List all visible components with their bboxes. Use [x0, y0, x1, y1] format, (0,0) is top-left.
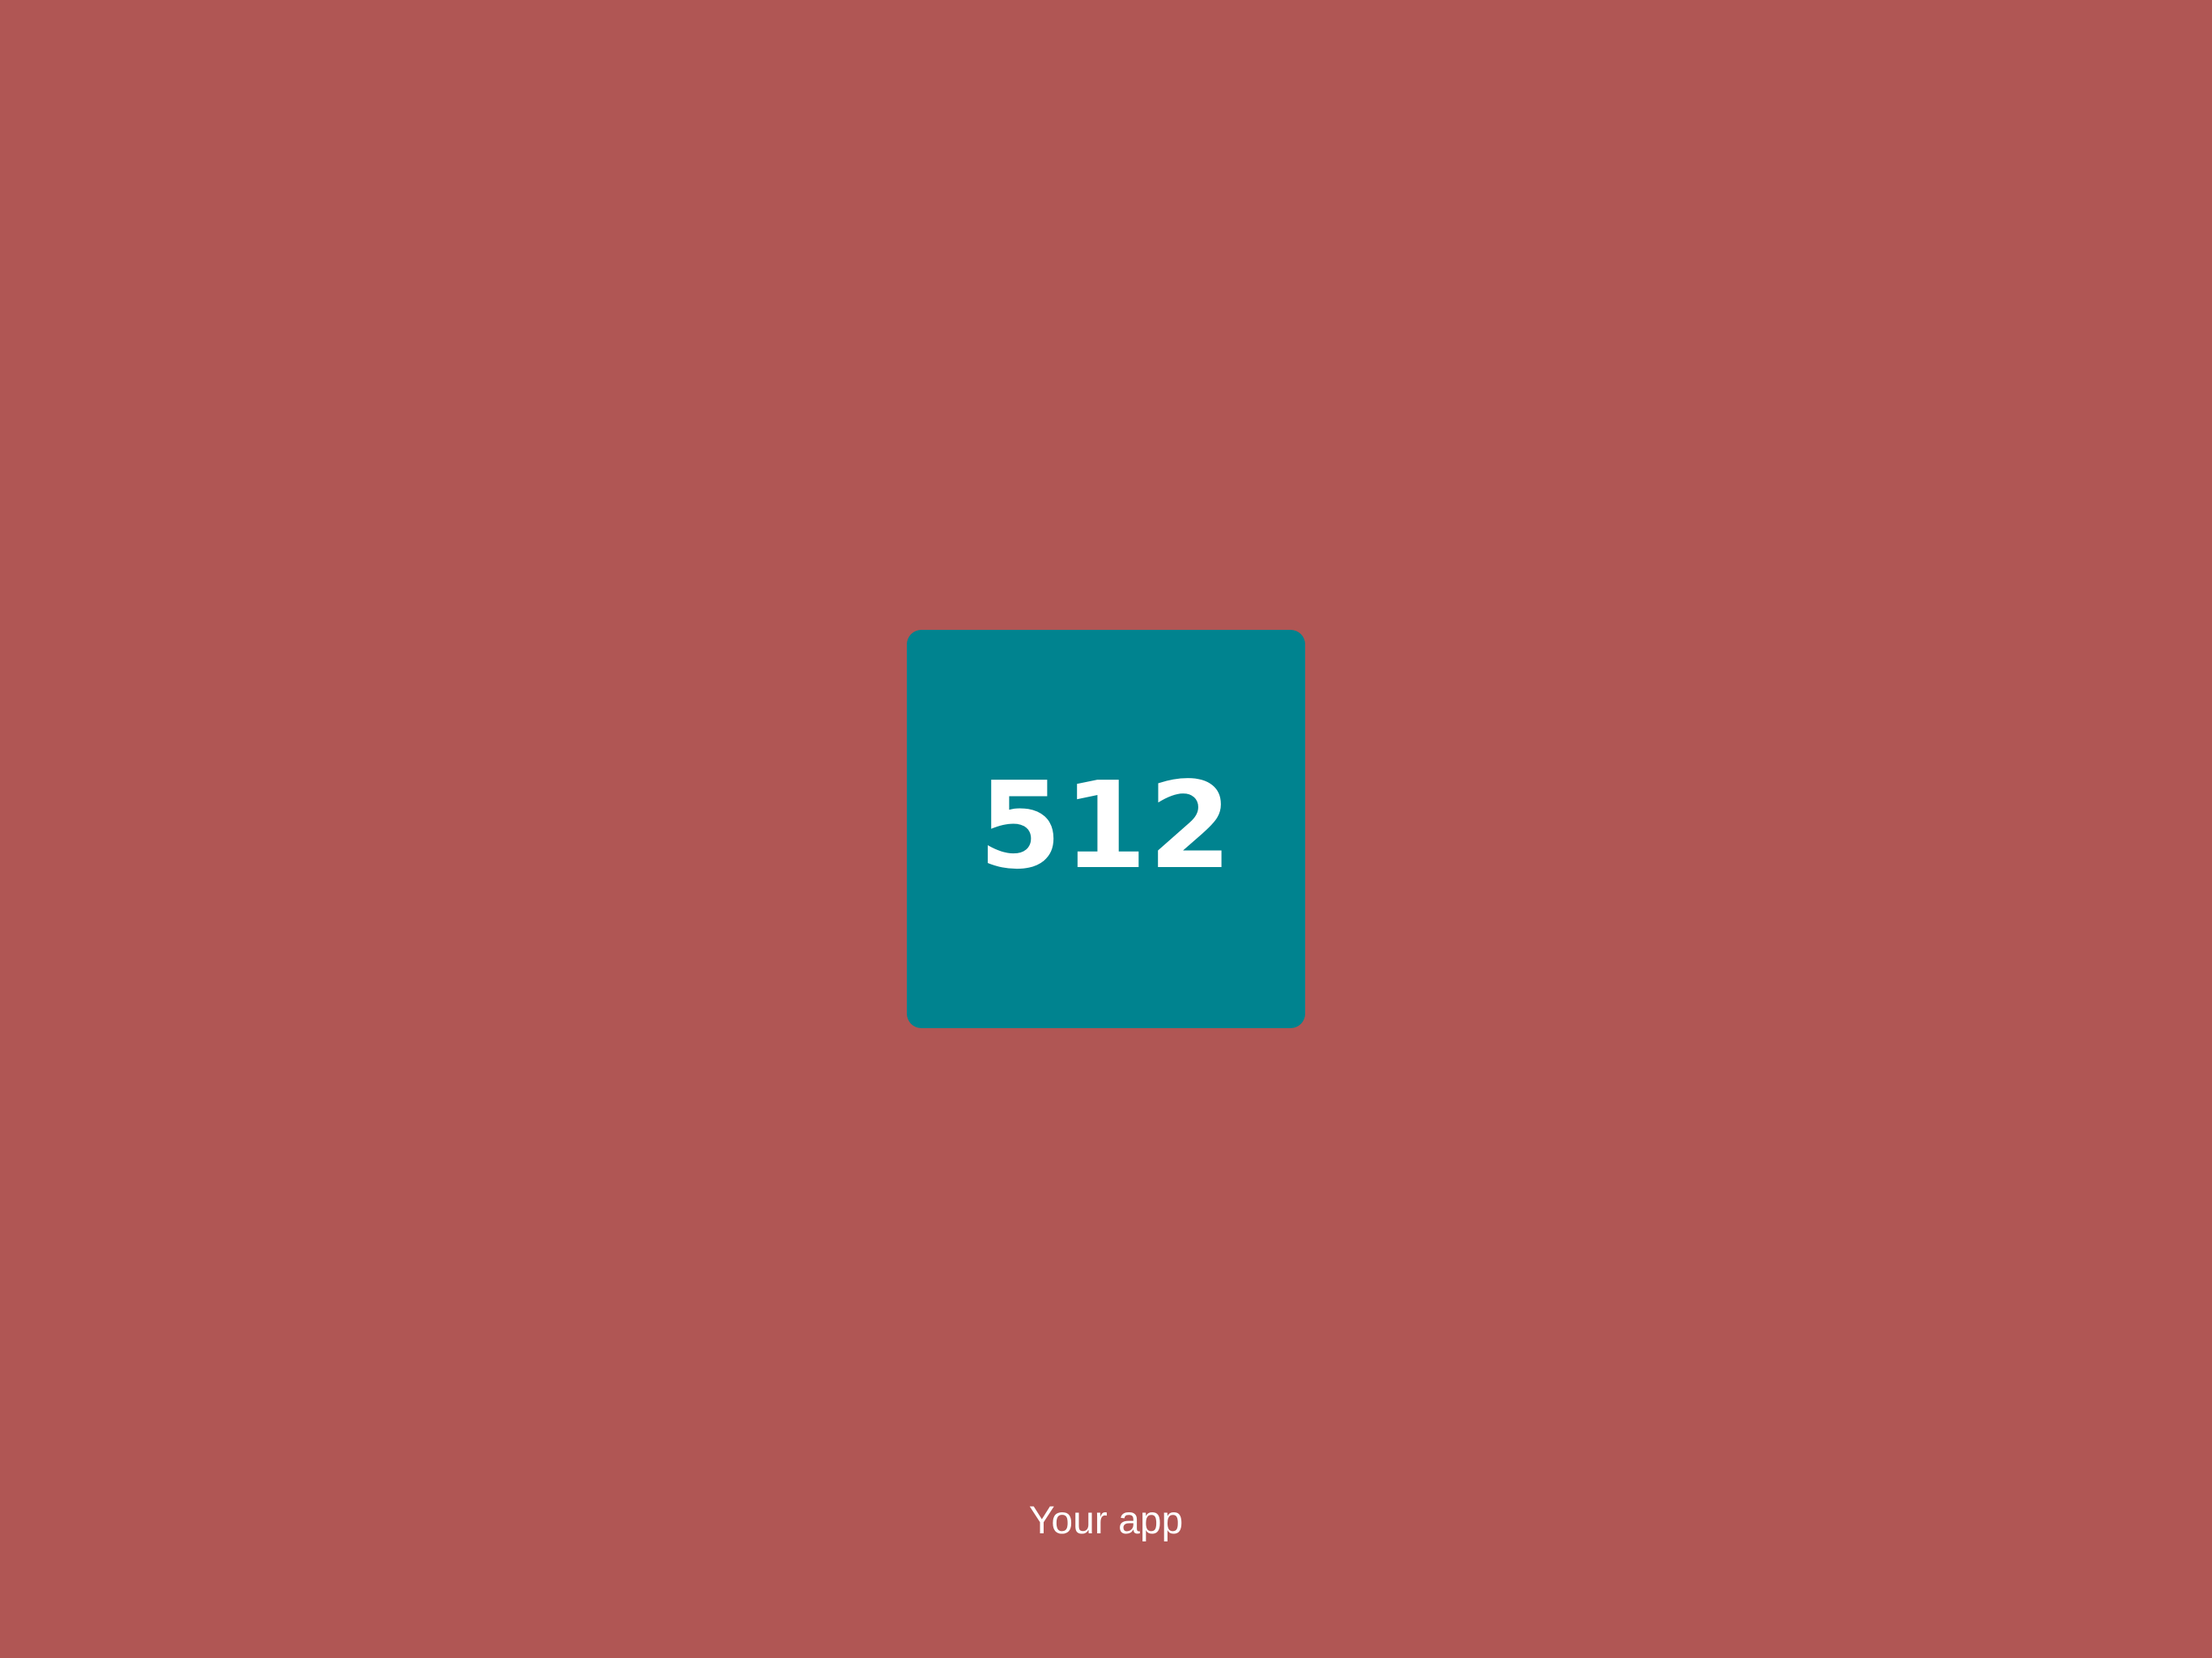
app-icon: 512	[907, 630, 1305, 1028]
app-icon-label: 512	[978, 756, 1234, 895]
splash-screen: 512 Your app	[0, 0, 2212, 1658]
app-name: Your app	[1028, 1499, 1184, 1542]
